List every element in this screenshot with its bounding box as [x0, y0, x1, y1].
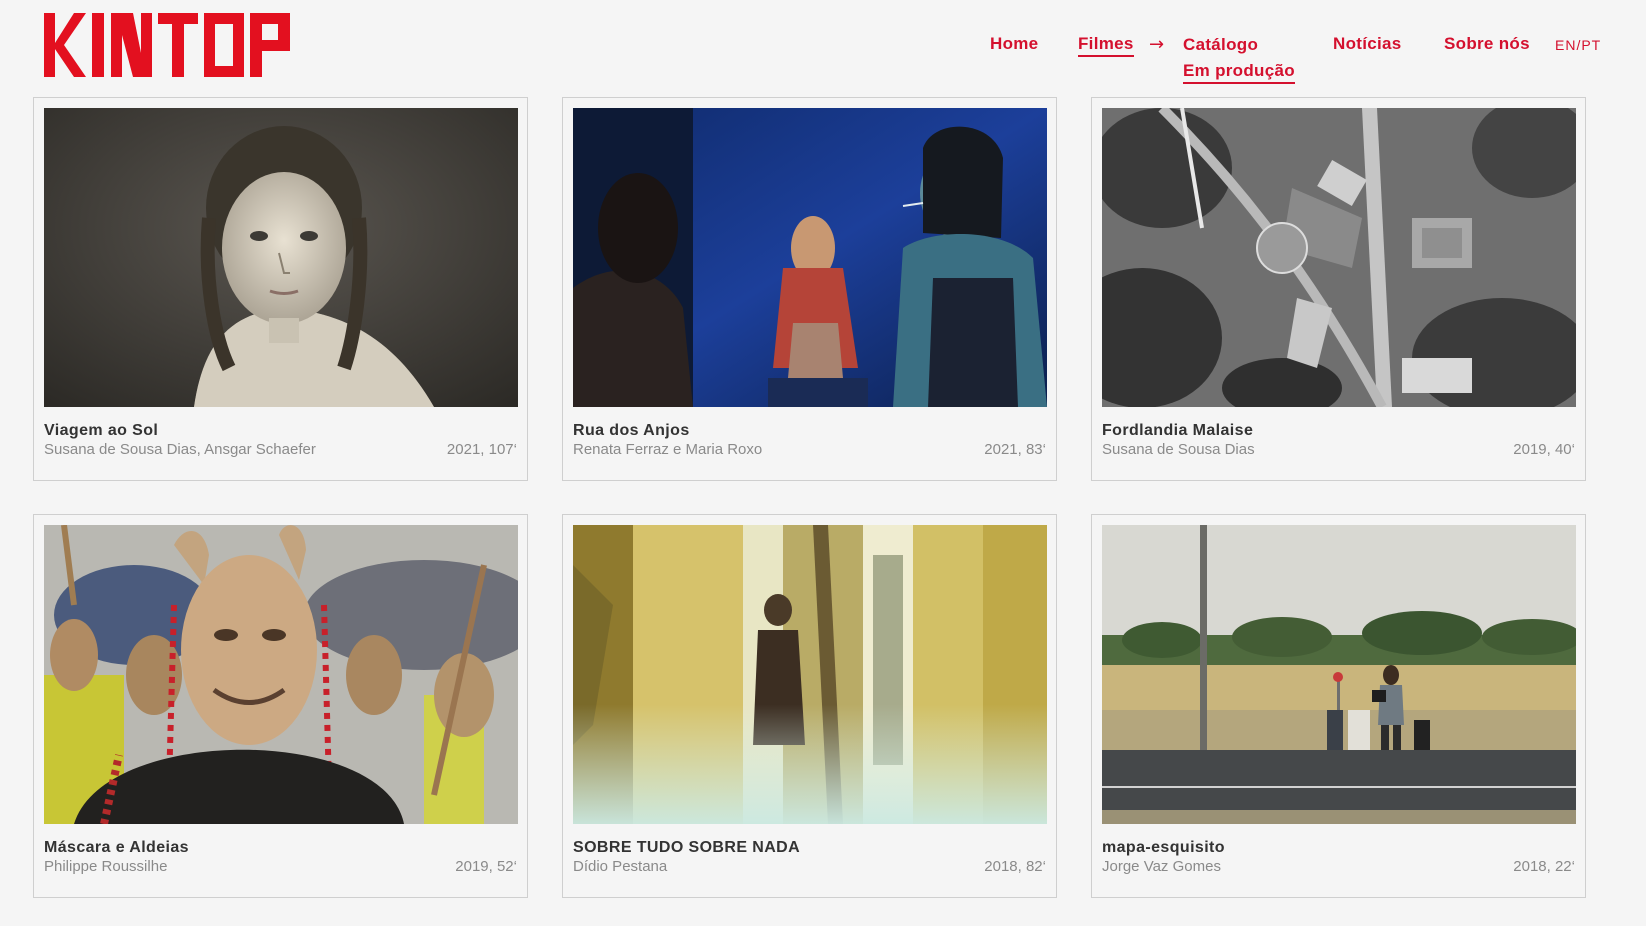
- film-thumbnail[interactable]: [573, 525, 1047, 824]
- girl-portrait-image: [44, 108, 518, 407]
- nav-films-link[interactable]: Filmes: [1078, 34, 1134, 57]
- film-title[interactable]: Máscara e Aldeias: [44, 839, 189, 857]
- film-card[interactable]: Máscara e Aldeias Philippe Roussilhe 201…: [33, 514, 528, 898]
- nav-in-production-link[interactable]: Em produção: [1183, 61, 1295, 84]
- nav-about-link[interactable]: Sobre nós: [1444, 34, 1530, 54]
- carnival-masks-image: [44, 525, 518, 824]
- nav-catalog-link[interactable]: Catálogo: [1183, 35, 1258, 55]
- film-director: Susana de Sousa Dias: [1102, 441, 1255, 458]
- film-card[interactable]: Fordlandia Malaise Susana de Sousa Dias …: [1091, 97, 1586, 481]
- film-year-duration: 2018, 82‘: [984, 858, 1046, 875]
- film-year-duration: 2018, 22‘: [1513, 858, 1575, 875]
- nav-home-link[interactable]: Home: [990, 34, 1038, 54]
- film-director: Renata Ferraz e Maria Roxo: [573, 441, 763, 458]
- film-year-duration: 2021, 83‘: [984, 441, 1046, 458]
- film-card[interactable]: Viagem ao Sol Susana de Sousa Dias, Ansg…: [33, 97, 528, 481]
- women-blue-light-image: [573, 108, 1047, 407]
- film-year-duration: 2021, 107‘: [446, 441, 517, 458]
- roadside-suitcases-image: [1102, 525, 1576, 824]
- film-year-duration: 2019, 52‘: [455, 858, 517, 875]
- mirror-yellow-image: [573, 525, 1047, 824]
- film-thumbnail[interactable]: [44, 525, 518, 824]
- aerial-view-image: [1102, 108, 1576, 407]
- film-card[interactable]: Rua dos Anjos Renata Ferraz e Maria Roxo…: [562, 97, 1057, 481]
- main-nav: Home Filmes → Catálogo Em produção Notíc…: [0, 34, 1646, 94]
- film-thumbnail[interactable]: [1102, 108, 1576, 407]
- film-title[interactable]: Viagem ao Sol: [44, 422, 158, 440]
- nav-arrow-icon: →: [1149, 34, 1165, 55]
- nav-news-link[interactable]: Notícias: [1333, 34, 1402, 54]
- film-thumbnail[interactable]: [573, 108, 1047, 407]
- film-title[interactable]: Rua dos Anjos: [573, 422, 690, 440]
- film-thumbnail[interactable]: [1102, 525, 1576, 824]
- language-switch[interactable]: EN/PT: [1555, 37, 1601, 53]
- film-director: Susana de Sousa Dias, Ansgar Schaefer: [44, 441, 316, 458]
- film-title[interactable]: Fordlandia Malaise: [1102, 422, 1253, 440]
- film-director: Dídio Pestana: [573, 858, 668, 875]
- film-year-duration: 2019, 40‘: [1513, 441, 1575, 458]
- film-director: Jorge Vaz Gomes: [1102, 858, 1221, 875]
- film-director: Philippe Roussilhe: [44, 858, 168, 875]
- film-card[interactable]: mapa-esquisito Jorge Vaz Gomes 2018, 22‘: [1091, 514, 1586, 898]
- film-title[interactable]: mapa-esquisito: [1102, 839, 1225, 857]
- film-card[interactable]: SOBRE TUDO SOBRE NADA Dídio Pestana 2018…: [562, 514, 1057, 898]
- film-thumbnail[interactable]: [44, 108, 518, 407]
- film-title[interactable]: SOBRE TUDO SOBRE NADA: [573, 839, 800, 857]
